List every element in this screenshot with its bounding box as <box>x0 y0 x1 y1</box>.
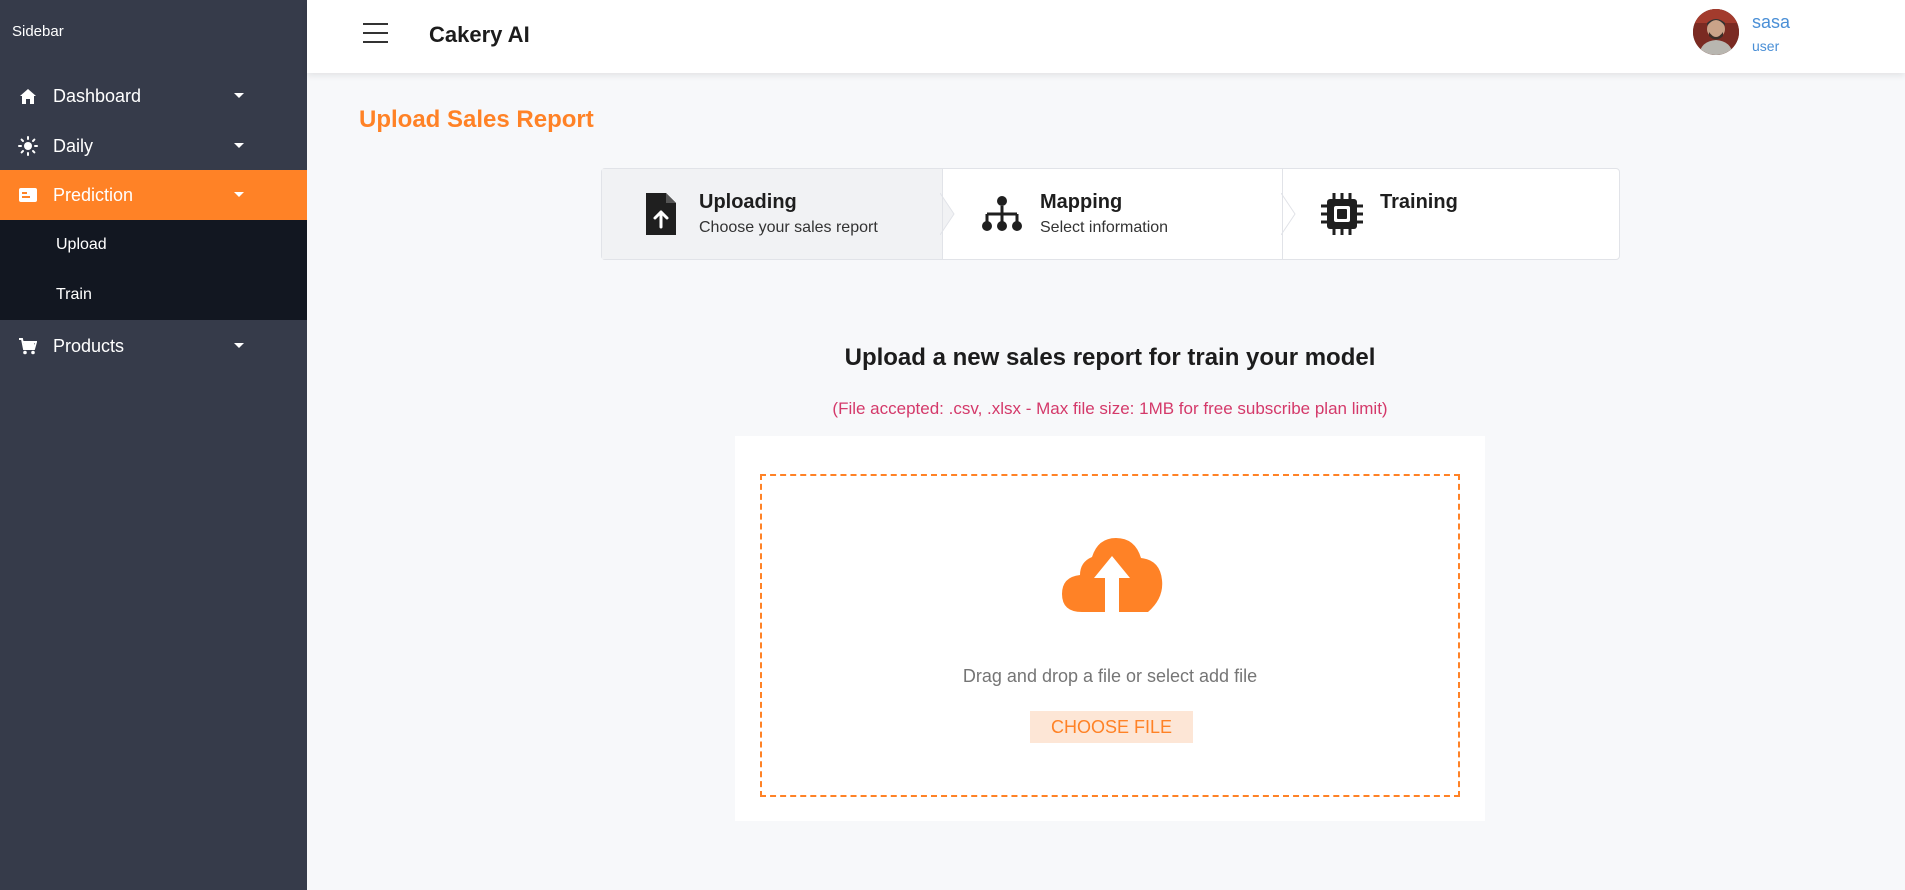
sidebar-item-products[interactable]: Products <box>0 321 307 371</box>
sidebar-item-label: Dashboard <box>53 85 142 106</box>
sidebar-item-label: Prediction <box>53 184 134 205</box>
avatar[interactable] <box>1693 9 1739 55</box>
upload-heading: Upload a new sales report for train your… <box>844 344 1376 371</box>
prediction-submenu: Upload Train <box>0 220 307 320</box>
sidebar-item-dashboard[interactable]: Dashboard <box>0 71 307 121</box>
sidebar-item-prediction[interactable]: Prediction <box>0 170 307 220</box>
step-title: Mapping <box>1040 191 1123 213</box>
sidebar-subitem-upload[interactable]: Upload <box>56 236 107 254</box>
user-name[interactable]: sasa <box>1752 12 1790 33</box>
cart-icon <box>18 337 38 355</box>
dropzone-instructions: Drag and drop a file or select add file <box>962 666 1258 686</box>
step-subtitle: Choose your sales report <box>699 219 878 236</box>
sidebar-item-label: Products <box>53 335 125 356</box>
file-upload-icon <box>638 191 684 237</box>
sidebar-subitem-train[interactable]: Train <box>56 286 92 304</box>
sidebar-item-label: Daily <box>53 135 94 156</box>
step-training[interactable]: Training <box>1282 169 1622 259</box>
hamburger-icon[interactable] <box>363 23 388 43</box>
caret-down-icon <box>234 343 244 348</box>
step-title: Uploading <box>699 191 797 213</box>
choose-file-button[interactable]: CHOOSE FILE <box>1030 711 1193 743</box>
caret-down-icon <box>234 192 244 197</box>
upload-note: (File accepted: .csv, .xlsx - Max file s… <box>832 399 1388 418</box>
file-dropzone[interactable]: Drag and drop a file or select add file … <box>760 474 1460 797</box>
step-subtitle: Select information <box>1040 219 1169 236</box>
upload-card: Drag and drop a file or select add file … <box>735 436 1485 821</box>
step-title: Training <box>1380 191 1458 213</box>
home-icon <box>18 87 38 105</box>
sidebar-title: Sidebar <box>12 23 64 40</box>
page-title: Upload Sales Report <box>359 106 594 133</box>
sidebar-item-daily[interactable]: Daily <box>0 121 307 171</box>
app-title: Cakery AI <box>429 22 530 47</box>
stepper: Uploading Choose your sales report Mappi… <box>601 168 1620 260</box>
sitemap-icon <box>979 191 1025 237</box>
top-header: Cakery AI sasa user <box>307 0 1905 73</box>
sun-icon <box>18 136 38 156</box>
user-role: user <box>1752 38 1780 54</box>
caret-down-icon <box>234 93 244 98</box>
id-card-icon <box>18 186 38 204</box>
step-mapping[interactable]: Mapping Select information <box>942 169 1282 259</box>
step-uploading[interactable]: Uploading Choose your sales report <box>602 169 942 259</box>
caret-down-icon <box>234 143 244 148</box>
chip-icon <box>1319 191 1365 237</box>
sidebar: Sidebar Dashboard Daily Prediction Uploa… <box>0 0 307 890</box>
cloud-upload-icon <box>1060 536 1164 614</box>
